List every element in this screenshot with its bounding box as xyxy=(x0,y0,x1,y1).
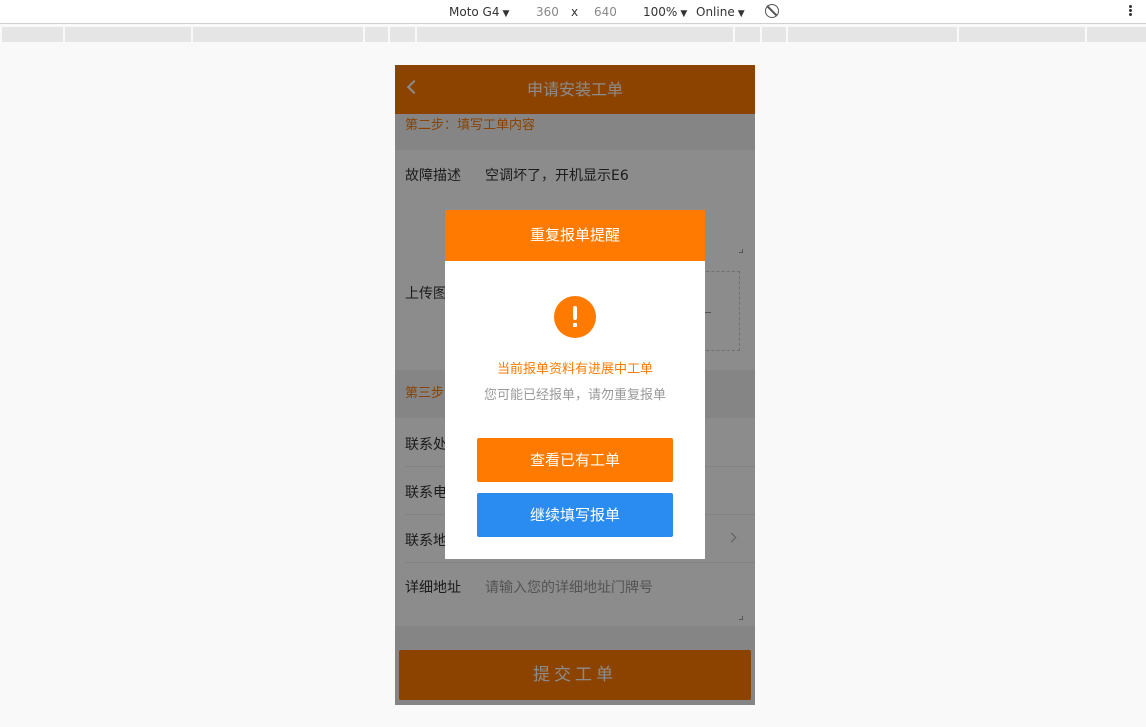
dialog-title: 重复报单提醒 xyxy=(445,210,705,261)
duplicate-order-dialog: 重复报单提醒 当前报单资料有进展中工单 您可能已经报单，请勿重复报单 查看已有工… xyxy=(445,210,705,559)
rotate-icon[interactable] xyxy=(765,4,779,18)
exclamation-icon xyxy=(554,296,596,338)
continue-filling-button[interactable]: 继续填写报单 xyxy=(477,493,673,537)
phone-viewport: 申请安装工单 第二步：填写工单内容 故障描述 空调坏了，开机显示E6 上传图 第… xyxy=(395,65,755,705)
media-query-segment[interactable] xyxy=(365,27,388,42)
media-query-segment[interactable] xyxy=(788,27,957,42)
zoom-select[interactable]: 100% ▼ xyxy=(643,4,687,20)
media-query-bar xyxy=(0,25,1146,43)
media-query-segment[interactable] xyxy=(1087,27,1146,42)
dialog-message-secondary: 您可能已经报单，请勿重复报单 xyxy=(483,388,666,403)
view-existing-order-button[interactable]: 查看已有工单 xyxy=(477,438,673,482)
device-name: Moto G4 xyxy=(449,5,500,19)
media-query-segment[interactable] xyxy=(65,27,191,42)
width-input[interactable]: 360 xyxy=(536,4,559,20)
caret-down-icon: ▼ xyxy=(680,9,688,19)
height-input[interactable]: 640 xyxy=(594,4,617,20)
zoom-value: 100% xyxy=(643,5,678,19)
network-select[interactable]: Online ▼ xyxy=(696,4,745,20)
dialog-message-primary: 当前报单资料有进展中工单 xyxy=(496,362,653,377)
media-query-segment[interactable] xyxy=(193,27,363,42)
devtools-toolbar: Moto G4 ▼ 360 x 640 100% ▼ Online ▼ xyxy=(0,0,1146,24)
media-query-segment[interactable] xyxy=(2,27,63,42)
device-select[interactable]: Moto G4 ▼ xyxy=(449,4,509,20)
dimension-separator: x xyxy=(571,5,579,19)
more-menu-icon[interactable] xyxy=(1129,4,1133,20)
network-value: Online xyxy=(696,5,735,19)
media-query-segment[interactable] xyxy=(735,27,760,42)
media-query-segment[interactable] xyxy=(390,27,415,42)
caret-down-icon: ▼ xyxy=(502,9,510,19)
caret-down-icon: ▼ xyxy=(737,9,745,19)
media-query-segment[interactable] xyxy=(959,27,1085,42)
media-query-segment[interactable] xyxy=(417,27,733,42)
media-query-segment[interactable] xyxy=(762,27,786,42)
